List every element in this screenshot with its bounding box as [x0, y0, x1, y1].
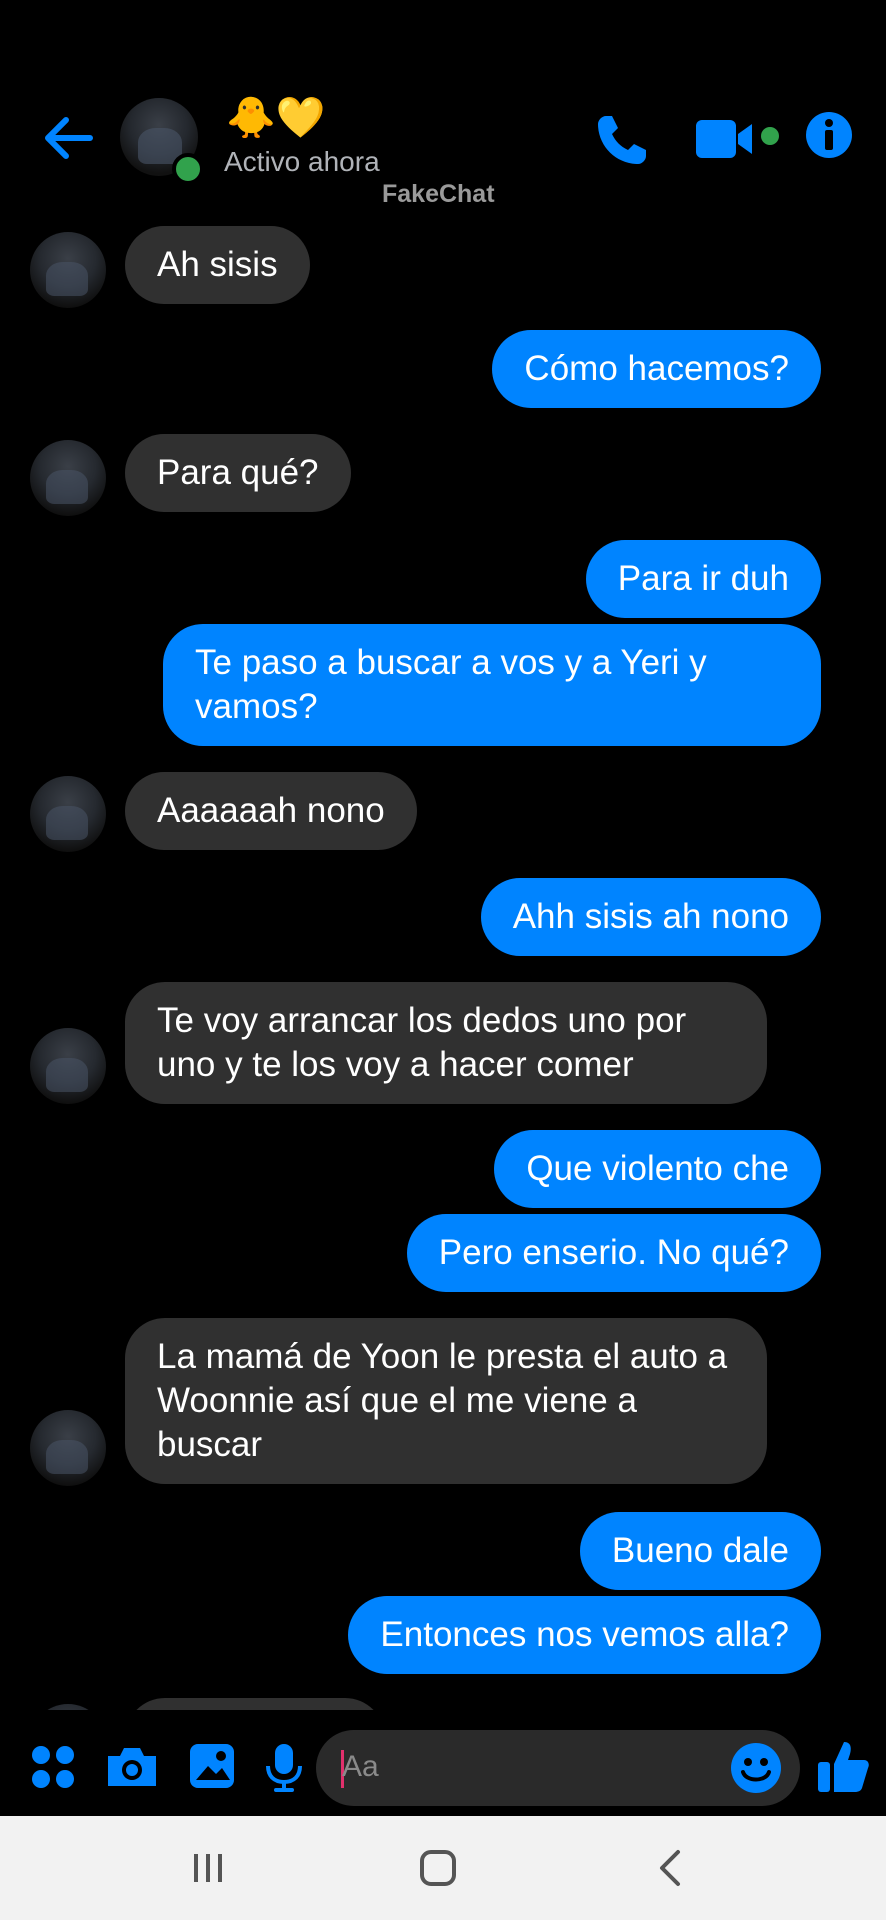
online-status-dot: [172, 153, 204, 185]
home-icon[interactable]: [418, 1848, 458, 1888]
emoji-icon: [731, 1743, 781, 1793]
recent-apps-icon[interactable]: [190, 1850, 226, 1886]
incoming-message[interactable]: Para qué?: [125, 434, 351, 512]
back-icon[interactable]: [652, 1848, 688, 1888]
incoming-message[interactable]: Te voy arrancar los dedos uno por uno y …: [125, 982, 767, 1104]
image-icon: [190, 1744, 234, 1788]
gallery-button[interactable]: [188, 1742, 236, 1795]
voice-call-button[interactable]: [592, 110, 652, 170]
system-nav-bar: [0, 1816, 886, 1920]
info-button[interactable]: [804, 110, 854, 160]
sender-avatar[interactable]: [30, 440, 106, 516]
outgoing-message[interactable]: Ahh sisis ah nono: [480, 878, 821, 956]
outgoing-message[interactable]: Para ir duh: [585, 540, 821, 618]
apps-grid-icon: [32, 1746, 74, 1788]
active-status: Activo ahora: [224, 146, 380, 177]
incoming-message[interactable]: Aaaaaah nono: [125, 772, 417, 850]
emoji-button[interactable]: [730, 1742, 782, 1799]
watermark: FakeChat: [382, 180, 495, 208]
video-call-button[interactable]: [694, 116, 784, 166]
sender-avatar[interactable]: [30, 1410, 106, 1486]
info-icon: [806, 112, 852, 158]
sender-avatar[interactable]: [30, 232, 106, 308]
apps-button[interactable]: [30, 1744, 76, 1795]
camera-button[interactable]: [104, 1744, 160, 1795]
sender-avatar[interactable]: [30, 776, 106, 852]
outgoing-message[interactable]: Cómo hacemos?: [492, 330, 821, 408]
microphone-icon: [266, 1744, 302, 1792]
contact-name[interactable]: 🐥💛: [226, 96, 326, 140]
like-button[interactable]: [816, 1738, 870, 1799]
camera-icon: [108, 1748, 156, 1786]
outgoing-message[interactable]: Te paso a buscar a vos y a Yeri y vamos?: [163, 624, 821, 746]
chat-header: 🐥💛 Activo ahora FakeChat: [0, 0, 886, 220]
outgoing-message[interactable]: Bueno dale: [579, 1512, 821, 1590]
outgoing-message[interactable]: Entonces nos vemos alla?: [348, 1596, 821, 1674]
phone-icon: [598, 116, 646, 164]
incoming-message[interactable]: Ah sisis: [125, 226, 310, 304]
video-camera-icon: [696, 120, 779, 158]
voice-message-button[interactable]: [264, 1742, 304, 1799]
thumbs-up-icon: [818, 1742, 869, 1792]
message-input[interactable]: [316, 1730, 800, 1806]
outgoing-message[interactable]: Que violento che: [494, 1130, 821, 1208]
incoming-message-partial[interactable]: [125, 1698, 385, 1710]
outgoing-message[interactable]: Pero enserio. No qué?: [406, 1214, 821, 1292]
back-button[interactable]: [40, 110, 96, 166]
sender-avatar[interactable]: [30, 1028, 106, 1104]
message-list[interactable]: Ah sisis Cómo hacemos? Para qué? Para ir…: [0, 220, 886, 1710]
back-arrow-icon: [45, 117, 93, 159]
message-input-placeholder: Aa: [342, 1750, 379, 1783]
incoming-message[interactable]: La mamá de Yoon le presta el auto a Woon…: [125, 1318, 767, 1484]
